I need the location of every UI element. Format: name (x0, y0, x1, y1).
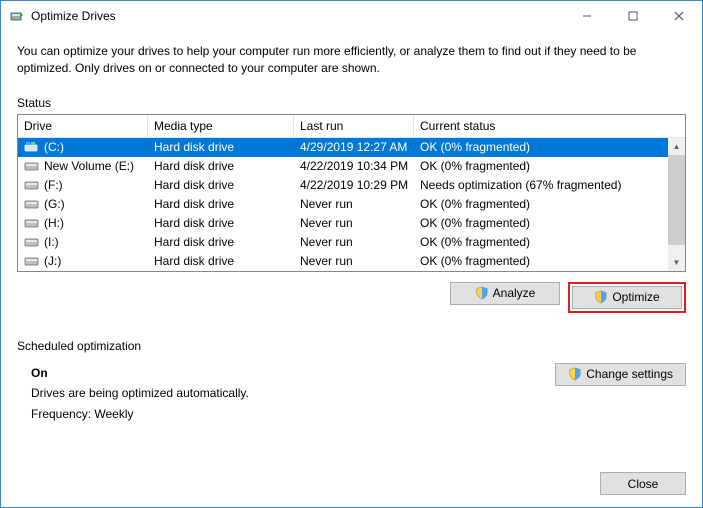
close-window-button[interactable] (656, 1, 702, 31)
column-media[interactable]: Media type (148, 115, 294, 137)
drive-icon (24, 217, 40, 229)
minimize-button[interactable] (564, 1, 610, 31)
drive-name: (H:) (44, 216, 64, 230)
last-run: 4/22/2019 10:29 PM (294, 178, 414, 192)
schedule-frequency: Frequency: Weekly (31, 404, 555, 424)
drive-icon (24, 179, 40, 191)
media-type: Hard disk drive (148, 197, 294, 211)
last-run: Never run (294, 216, 414, 230)
analyze-button[interactable]: Analyze (450, 282, 560, 305)
media-type: Hard disk drive (148, 159, 294, 173)
action-button-row: Analyze Optimize (17, 282, 686, 313)
column-drive[interactable]: Drive (18, 115, 148, 137)
drive-name: New Volume (E:) (44, 159, 134, 173)
table-row[interactable]: (J:) Hard disk driveNever runOK (0% fragm… (18, 252, 685, 271)
column-status[interactable]: Current status (414, 115, 685, 137)
app-icon (9, 8, 25, 24)
close-label: Close (628, 477, 659, 491)
caption-buttons (564, 1, 702, 31)
drive-icon (24, 141, 40, 153)
list-header: Drive Media type Last run Current status (18, 115, 685, 138)
drive-name: (C:) (44, 140, 64, 154)
scheduled-optimization-section: Scheduled optimization On Drives are bei… (17, 339, 686, 424)
change-settings-label: Change settings (586, 367, 673, 381)
table-row[interactable]: (F:) Hard disk drive4/22/2019 10:29 PMNee… (18, 176, 685, 195)
schedule-desc: Drives are being optimized automatically… (31, 383, 555, 403)
intro-text: You can optimize your drives to help you… (17, 43, 686, 78)
window-title: Optimize Drives (31, 9, 564, 23)
media-type: Hard disk drive (148, 254, 294, 268)
current-status: OK (0% fragmented) (414, 159, 662, 173)
drive-icon (24, 198, 40, 210)
close-button[interactable]: Close (600, 472, 686, 495)
last-run: Never run (294, 235, 414, 249)
schedule-state: On (31, 363, 555, 383)
column-last-run[interactable]: Last run (294, 115, 414, 137)
drives-list: Drive Media type Last run Current status… (17, 114, 686, 272)
media-type: Hard disk drive (148, 178, 294, 192)
shield-icon (594, 290, 608, 304)
optimize-drives-window: Optimize Drives You can optimize your dr… (0, 0, 703, 508)
status-section-label: Status (17, 96, 686, 110)
last-run: Never run (294, 254, 414, 268)
drive-name: (F:) (44, 178, 63, 192)
table-row[interactable]: (C:) Hard disk drive4/29/2019 12:27 AMOK … (18, 138, 685, 157)
current-status: OK (0% fragmented) (414, 197, 662, 211)
scroll-thumb[interactable] (668, 155, 685, 245)
drive-icon (24, 160, 40, 172)
optimize-label: Optimize (612, 290, 659, 304)
current-status: Needs optimization (67% fragmented) (414, 178, 662, 192)
maximize-button[interactable] (610, 1, 656, 31)
shield-icon (568, 367, 582, 381)
list-scrollbar[interactable]: ▲ ▼ (668, 138, 685, 271)
media-type: Hard disk drive (148, 216, 294, 230)
table-row[interactable]: (G:) Hard disk driveNever runOK (0% fragm… (18, 195, 685, 214)
current-status: OK (0% fragmented) (414, 235, 662, 249)
media-type: Hard disk drive (148, 235, 294, 249)
drive-icon (24, 236, 40, 248)
drive-name: (J:) (44, 254, 61, 268)
scheduled-label: Scheduled optimization (17, 339, 686, 353)
drive-name: (I:) (44, 235, 59, 249)
shield-icon (475, 286, 489, 300)
last-run: 4/29/2019 12:27 AM (294, 140, 414, 154)
table-row[interactable]: New Volume (E:) Hard disk drive4/22/2019 … (18, 157, 685, 176)
media-type: Hard disk drive (148, 140, 294, 154)
bottom-bar: Close (1, 462, 702, 507)
titlebar: Optimize Drives (1, 1, 702, 31)
drive-name: (G:) (44, 197, 65, 211)
analyze-label: Analyze (493, 286, 536, 300)
optimize-button[interactable]: Optimize (572, 286, 682, 309)
drive-icon (24, 255, 40, 267)
last-run: Never run (294, 197, 414, 211)
scroll-up-arrow-icon[interactable]: ▲ (668, 138, 685, 155)
table-row[interactable]: (I:) Hard disk driveNever runOK (0% fragm… (18, 233, 685, 252)
change-settings-button[interactable]: Change settings (555, 363, 686, 386)
optimize-highlight: Optimize (568, 282, 686, 313)
table-row[interactable]: (H:) Hard disk driveNever runOK (0% fragm… (18, 214, 685, 233)
current-status: OK (0% fragmented) (414, 216, 662, 230)
current-status: OK (0% fragmented) (414, 254, 662, 268)
last-run: 4/22/2019 10:34 PM (294, 159, 414, 173)
current-status: OK (0% fragmented) (414, 140, 662, 154)
scroll-down-arrow-icon[interactable]: ▼ (668, 254, 685, 271)
